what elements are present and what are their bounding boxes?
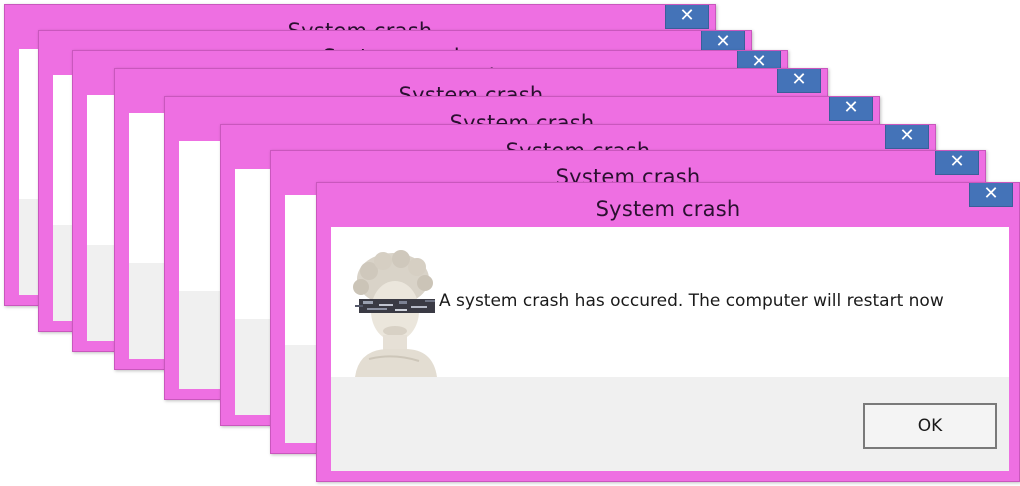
close-icon: ✕ — [791, 69, 807, 90]
close-button[interactable]: ✕ — [935, 151, 979, 175]
close-icon: ✕ — [983, 183, 999, 204]
close-button[interactable]: ✕ — [777, 69, 821, 93]
glitched-statue-image — [353, 250, 437, 377]
dialog-title: System crash — [595, 197, 741, 221]
close-icon: ✕ — [715, 31, 731, 52]
close-icon: ✕ — [949, 151, 965, 172]
dialog-titlebar[interactable]: System crash — [317, 183, 1019, 227]
button-area: OK — [331, 377, 1009, 471]
close-button[interactable]: ✕ — [829, 97, 873, 121]
close-button[interactable]: ✕ — [665, 5, 709, 29]
dialog-client: A system crash has occured. The computer… — [331, 227, 1009, 471]
ok-button[interactable]: OK — [863, 403, 997, 449]
message-area: A system crash has occured. The computer… — [331, 227, 1009, 377]
close-icon: ✕ — [679, 5, 695, 26]
close-icon: ✕ — [899, 125, 915, 146]
close-button[interactable]: ✕ — [885, 125, 929, 149]
crash-message: A system crash has occured. The computer… — [439, 291, 944, 311]
close-icon: ✕ — [843, 97, 859, 118]
system-crash-dialog: System crash ✕ A system crash has occure… — [316, 182, 1020, 482]
close-button[interactable]: ✕ — [969, 183, 1013, 207]
